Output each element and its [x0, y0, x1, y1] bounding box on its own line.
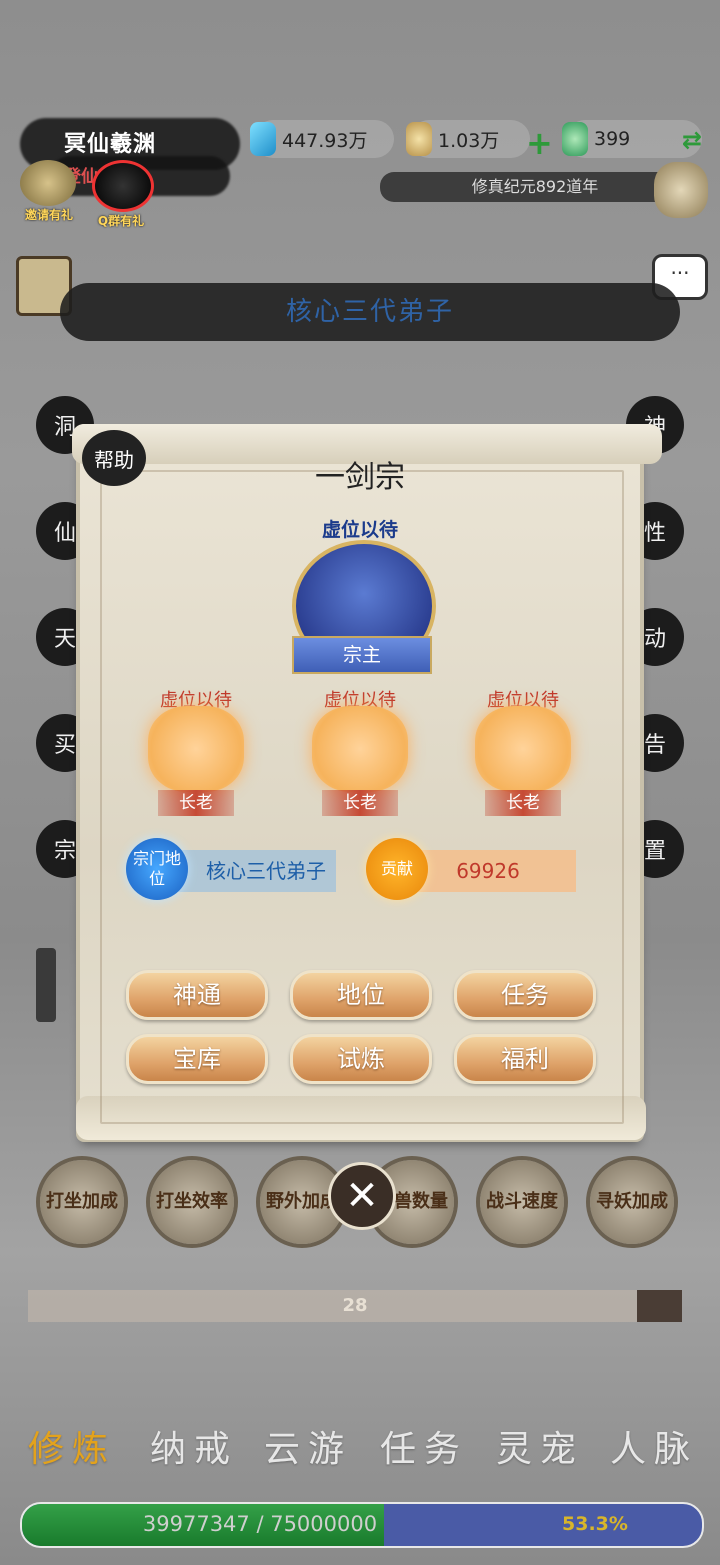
help-button[interactable]: 帮助: [82, 430, 146, 486]
divine-skill-button[interactable]: 神通: [126, 970, 268, 1020]
jade-gourd-icon: [562, 122, 588, 156]
qq-group-label: Q群有礼: [97, 214, 145, 228]
penguin-icon: [92, 160, 154, 212]
sect-rank-banner: 核心三代弟子: [60, 283, 680, 341]
position-label: 宗门地位: [126, 838, 188, 900]
treasure-bag-icon[interactable]: [654, 162, 708, 218]
leader-title: 宗主: [292, 636, 432, 674]
elder-1-portrait[interactable]: [148, 706, 244, 792]
elder-2-title: 长老: [322, 790, 398, 816]
leader-status: 虚位以待: [321, 519, 398, 541]
add-currency-button[interactable]: +: [526, 124, 553, 162]
tab-travel[interactable]: 云游: [264, 1420, 352, 1472]
tab-connections[interactable]: 人脉: [610, 1420, 698, 1472]
close-icon[interactable]: ✕: [328, 1162, 396, 1230]
bonus-button-5[interactable]: 战斗速度: [480, 1160, 564, 1244]
task-button[interactable]: 任务: [454, 970, 596, 1020]
era-label: 修真纪元892道年: [380, 172, 690, 202]
spirit-stone-value: 447.93万: [282, 129, 368, 152]
gold-ingot-icon: [406, 122, 432, 156]
status-button[interactable]: 地位: [290, 970, 432, 1020]
trial-button[interactable]: 试炼: [290, 1034, 432, 1084]
welfare-button[interactable]: 福利: [454, 1034, 596, 1084]
spirit-stone-resource[interactable]: 447.93万: [250, 120, 394, 158]
elder-3-title: 长老: [485, 790, 561, 816]
wings-icon: [20, 160, 76, 206]
bonus-button-1[interactable]: 打坐加成: [40, 1160, 124, 1244]
gold-value: 1.03万: [438, 129, 500, 152]
scroll-handle-icon[interactable]: [36, 948, 56, 1022]
player-name[interactable]: 冥仙羲渊: [64, 126, 156, 158]
invite-link[interactable]: 邀请有礼: [14, 160, 84, 223]
crystal-icon: [250, 122, 276, 156]
qq-group-link[interactable]: Q群有礼: [86, 160, 156, 229]
invite-label: 邀请有礼: [24, 208, 73, 222]
tab-storage-ring[interactable]: 纳戒: [150, 1420, 238, 1472]
bonus-button-6[interactable]: 寻妖加成: [590, 1160, 674, 1244]
swap-arrows-icon[interactable]: ⇄: [682, 126, 702, 154]
tab-pets[interactable]: 灵宠: [496, 1420, 584, 1472]
contribution-label: 贡献: [366, 838, 428, 900]
elder-2-portrait[interactable]: [312, 706, 408, 792]
elder-3-portrait[interactable]: [475, 706, 571, 792]
bonus-button-2[interactable]: 打坐效率: [150, 1160, 234, 1244]
treasury-button[interactable]: 宝库: [126, 1034, 268, 1084]
experience-percent: 53.3%: [562, 1513, 628, 1535]
tab-tasks[interactable]: 任务: [380, 1420, 468, 1472]
elder-1-title: 长老: [158, 790, 234, 816]
tab-cultivate[interactable]: 修炼: [28, 1420, 116, 1472]
jade-value: 399: [594, 128, 631, 150]
experience-text: 39977347 / 75000000: [142, 1512, 378, 1536]
gold-resource[interactable]: 1.03万: [406, 120, 530, 158]
sect-name: 一剑宗: [315, 460, 405, 495]
level-value: 28: [342, 1295, 368, 1316]
